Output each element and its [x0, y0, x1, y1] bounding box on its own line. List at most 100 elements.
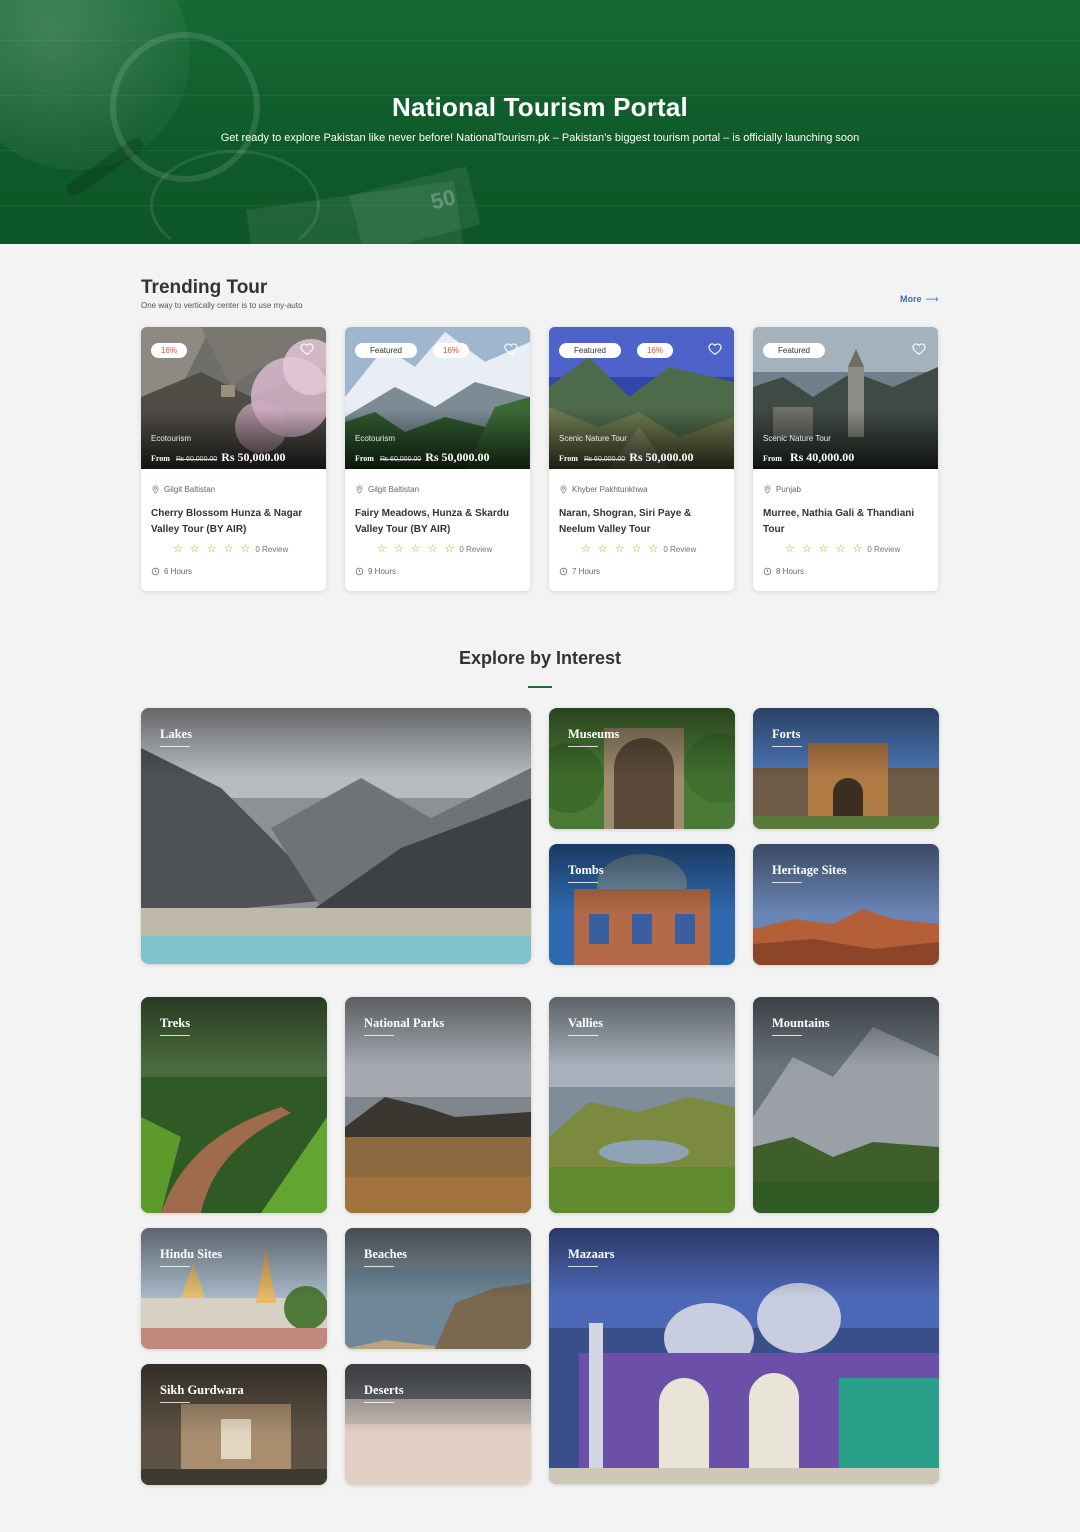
- tile-lakes[interactable]: Lakes: [141, 708, 531, 964]
- star-icon: ☆: [206, 543, 217, 555]
- featured-badge: Featured: [559, 343, 621, 358]
- location-pin-icon: [560, 485, 567, 494]
- tile-label: Treks: [160, 1016, 191, 1030]
- tile-underline: [568, 882, 598, 883]
- tile-national-parks[interactable]: National Parks: [345, 997, 531, 1213]
- tile-label: Tombs: [568, 863, 604, 877]
- tile-sikh-gurdwara[interactable]: Sikh Gurdwara: [141, 1364, 327, 1485]
- price-row: From Rs 40,000.00: [763, 450, 855, 464]
- tile-label: Deserts: [364, 1383, 404, 1397]
- star-icon: ☆: [444, 543, 455, 555]
- tour-location: Gilgit Baltistan: [355, 485, 419, 494]
- star-icon: ☆: [393, 543, 404, 555]
- tile-label: Vallies: [568, 1016, 603, 1030]
- tile-label: Forts: [772, 727, 801, 741]
- star-icon: ☆: [785, 543, 795, 555]
- heart-icon[interactable]: [912, 342, 926, 356]
- hero-banner: 50 National Tourism Portal Get ready to …: [0, 0, 1080, 244]
- tile-underline: [160, 1402, 190, 1403]
- review-count: 0 Review: [459, 545, 493, 554]
- star-icon: ☆: [801, 543, 812, 555]
- tour-category: Scenic Nature Tour: [559, 434, 627, 443]
- tour-card[interactable]: 16% Ecotourism From ₨ 60,000.00 Rs 50,000.…: [141, 327, 326, 591]
- tile-label: Hindu Sites: [160, 1247, 223, 1261]
- star-icon: ☆: [377, 543, 387, 555]
- tile-label: Lakes: [160, 727, 192, 741]
- price-row: From ₨ 60,000.00 Rs 50,000.00: [559, 450, 694, 464]
- star-icon: ☆: [835, 543, 846, 555]
- discount-badge: 16%: [151, 343, 187, 358]
- star-icon: ☆: [614, 543, 625, 555]
- rating-stars: ☆ ☆ ☆ ☆ ☆ 0 Review: [581, 542, 696, 555]
- price: Rs 50,000.00: [629, 450, 694, 464]
- location-pin-icon: [356, 485, 363, 494]
- explore-title: Explore by Interest: [458, 648, 622, 668]
- tile-hindu-sites[interactable]: Hindu Sites: [141, 1228, 327, 1349]
- star-icon: ☆: [240, 543, 251, 555]
- clock-icon: [763, 567, 772, 576]
- location-pin-icon: [152, 485, 159, 494]
- star-icon: ☆: [648, 543, 659, 555]
- tour-duration: 6 Hours: [151, 567, 192, 576]
- review-count: 0 Review: [663, 545, 697, 554]
- tour-card[interactable]: Featured 16% Ecotourism From ₨ 60,000.00 R…: [345, 327, 530, 591]
- clock-icon: [151, 567, 160, 576]
- old-price: ₨ 60,000.00: [583, 456, 626, 463]
- hero-subtitle: Get ready to explore Pakistan like never…: [220, 132, 860, 144]
- tile-underline: [772, 746, 802, 747]
- review-count: 0 Review: [867, 545, 901, 554]
- star-icon: ☆: [581, 543, 591, 555]
- tile-mazaars[interactable]: Mazaars: [549, 1228, 939, 1484]
- tour-duration: 9 Hours: [355, 567, 396, 576]
- rating-stars: ☆ ☆ ☆ ☆ ☆ 0 Review: [377, 542, 492, 555]
- heart-icon[interactable]: [300, 342, 314, 356]
- location-pin-icon: [764, 485, 771, 494]
- tour-name[interactable]: Murree, Nathia Gali & Thandiani Tour: [763, 506, 928, 538]
- tile-label: Mazaars: [568, 1247, 615, 1261]
- tile-underline: [364, 1266, 394, 1267]
- tile-forts[interactable]: Forts: [753, 708, 939, 829]
- more-link[interactable]: More ⟶: [900, 294, 938, 305]
- star-icon: ☆: [189, 543, 200, 555]
- star-icon: ☆: [427, 543, 438, 555]
- tile-label: Sikh Gurdwara: [160, 1383, 244, 1397]
- discount-badge: 16%: [433, 343, 469, 358]
- tour-name[interactable]: Cherry Blossom Hunza & Nagar Valley Tour…: [151, 506, 316, 538]
- tile-underline: [160, 746, 190, 747]
- review-count: 0 Review: [255, 545, 289, 554]
- discount-badge: 16%: [637, 343, 673, 358]
- clock-icon: [559, 567, 568, 576]
- tour-card[interactable]: Featured 16% Scenic Nature Tour From ₨ 60…: [549, 327, 734, 591]
- hero-title: National Tourism Portal: [392, 92, 688, 122]
- old-price: ₨ 60,000.00: [379, 456, 422, 463]
- tile-treks[interactable]: Treks: [141, 997, 327, 1213]
- tour-name[interactable]: Fairy Meadows, Hunza & Skardu Valley Tou…: [355, 506, 520, 538]
- tour-card[interactable]: Featured Scenic Nature Tour From Rs 40,00…: [753, 327, 938, 591]
- tile-heritage-sites[interactable]: Heritage Sites: [753, 844, 939, 965]
- tour-category: Ecotourism: [151, 434, 192, 443]
- price: Rs 40,000.00: [789, 450, 855, 464]
- price-row: From ₨ 60,000.00 Rs 50,000.00: [355, 450, 490, 464]
- tile-mountains[interactable]: Mountains: [753, 997, 939, 1213]
- tour-location: Punjab: [763, 485, 801, 494]
- tour-category: Scenic Nature Tour: [763, 434, 831, 443]
- featured-badge: Featured: [355, 343, 417, 358]
- heart-icon[interactable]: [708, 342, 722, 356]
- tour-location: Khyber Pakhtunkhwa: [559, 485, 648, 494]
- tour-name[interactable]: Naran, Shogran, Siri Paye & Neelum Valle…: [559, 506, 724, 538]
- star-icon: ☆: [173, 543, 183, 555]
- tour-duration: 8 Hours: [763, 567, 804, 576]
- tile-label: Beaches: [364, 1247, 408, 1261]
- tile-tombs[interactable]: Tombs: [549, 844, 735, 965]
- tile-underline: [568, 1035, 598, 1036]
- price: Rs 50,000.00: [221, 450, 286, 464]
- heart-icon[interactable]: [504, 342, 518, 356]
- tile-underline: [364, 1402, 394, 1403]
- tile-deserts[interactable]: Deserts: [345, 1364, 531, 1485]
- tile-beaches[interactable]: Beaches: [345, 1228, 531, 1349]
- tile-label: National Parks: [364, 1016, 445, 1030]
- tile-vallies[interactable]: Vallies: [549, 997, 735, 1213]
- tour-duration: 7 Hours: [559, 567, 600, 576]
- tile-museums[interactable]: Museums: [549, 708, 735, 829]
- tour-location: Gilgit Baltistan: [151, 485, 215, 494]
